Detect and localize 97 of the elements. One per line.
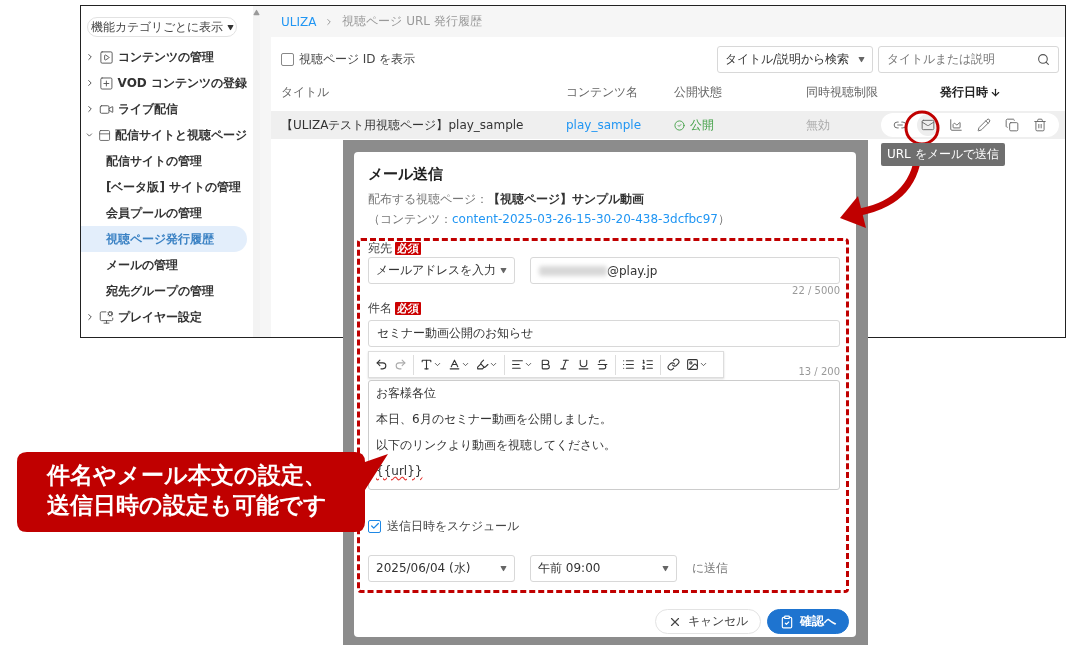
subject-field[interactable]: セミナー動画公開のお知らせ [368, 320, 840, 347]
highlight-circle [904, 110, 940, 146]
checkbox[interactable] [368, 519, 381, 533]
target-page-text: 配布する視聴ページ：【視聴ページ】サンプル動画 [368, 191, 645, 207]
checkbox[interactable] [281, 52, 294, 66]
scroll-up-icon[interactable] [253, 9, 260, 16]
title-cell-text: 【ULIZAテスト用視聴ページ】play_sample [281, 116, 525, 134]
trash-icon [1033, 118, 1047, 132]
send-suffix: に送信 [692, 560, 728, 577]
chevron-down-icon [433, 360, 442, 369]
char-counter: 13 / 200 [798, 366, 840, 378]
sidebar-item[interactable]: 視聴ページ発行履歴 [81, 226, 247, 252]
dropdown-icon [662, 565, 669, 572]
recipient-type-select[interactable]: メールアドレスを入力 [368, 257, 515, 284]
column-header[interactable]: タイトル [281, 83, 329, 101]
type-icon [420, 358, 433, 371]
clipboard-check-icon [780, 614, 794, 629]
text-color-icon [448, 358, 461, 371]
tooltip: URL をメールで送信 [881, 143, 1005, 166]
confirm-button[interactable]: 確認へ [767, 609, 849, 634]
search-field[interactable]: タイトルまたは説明 [878, 45, 1059, 73]
chevron-down-icon [699, 360, 708, 369]
layout-panel-icon [97, 127, 111, 143]
field-label: 宛先 [368, 239, 392, 257]
body-paragraph: お客様各位 [376, 386, 436, 400]
column-header[interactable]: 同時視聴制限 [806, 83, 878, 101]
caret-icon [85, 104, 95, 114]
check-circle-icon [674, 119, 685, 131]
required-badge: 必須 [395, 301, 421, 315]
dropdown-icon [226, 23, 234, 31]
body-paragraph: {{url}} [376, 464, 423, 478]
image-icon [686, 358, 699, 371]
search-icon [1037, 52, 1050, 66]
strikethrough-icon [596, 358, 609, 371]
copy-icon [1005, 118, 1019, 132]
dropdown-icon [858, 55, 865, 63]
category-filter-button[interactable]: 機能カテゴリごとに表示 [87, 17, 237, 37]
breadcrumb-item: 視聴ページ URL 発行履歴 [342, 13, 482, 30]
play-square-icon [99, 49, 114, 65]
required-badge: 必須 [395, 241, 421, 255]
body-paragraph: 以下のリンクより動画を視聴してください。 [376, 438, 616, 452]
link-icon [893, 118, 907, 132]
mail-icon [921, 118, 935, 132]
redo-icon [394, 358, 407, 371]
dialog-title: メール送信 [368, 164, 444, 184]
column-header[interactable]: 公開状態 [674, 83, 722, 101]
bold-icon [539, 358, 552, 371]
link-icon [667, 358, 680, 371]
sidebar-item[interactable]: メールの管理 [81, 252, 247, 278]
status-cell: 公開 [674, 116, 806, 134]
check-icon [369, 521, 380, 531]
char-counter: 22 / 5000 [792, 285, 840, 297]
field-label: 件名 [368, 299, 392, 317]
chevron-down-icon [489, 360, 498, 369]
sidebar-item[interactable]: 配信サイトと視聴ページ [81, 122, 247, 148]
body-editor[interactable]: お客様各位 本日、6月のセミナー動画を公開しました。 以下のリンクより動画を視聴してください。 {{url}} [368, 380, 840, 490]
undo-icon [375, 358, 388, 371]
email-field[interactable]: @play.jp [530, 257, 840, 284]
sidebar-item[interactable]: [ベータ版] サイトの管理 [81, 174, 247, 200]
sidebar-item[interactable]: VOD コンテンツの登録 [81, 70, 247, 96]
caret-icon [85, 312, 95, 322]
sidebar-item[interactable]: プレイヤー設定 [81, 304, 247, 330]
search-scope-select[interactable]: タイトル/説明から検索 [717, 45, 873, 73]
highlighter-icon [476, 358, 489, 371]
chart-icon [949, 118, 963, 132]
sidebar-item[interactable]: 会員プールの管理 [81, 200, 247, 226]
sidebar-item[interactable]: ライブ配信 [81, 96, 247, 122]
dropdown-icon [500, 267, 507, 274]
checkbox-label[interactable]: 送信日時をスケジュール [387, 517, 519, 535]
align-left-icon [511, 358, 524, 371]
limit-cell-text: 無効 [806, 116, 831, 134]
caret-icon [85, 130, 94, 140]
pencil-icon [977, 118, 991, 132]
numbered-list-icon [641, 358, 654, 371]
underline-icon [577, 358, 590, 371]
caret-icon [85, 52, 95, 62]
chevron-down-icon [524, 360, 533, 369]
plus-square-icon [98, 75, 114, 91]
chevron-down-icon [461, 360, 470, 369]
body-paragraph: 本日、6月のセミナー動画を公開しました。 [376, 412, 612, 426]
sidebar-item[interactable]: 配信サイトの管理 [81, 148, 247, 174]
column-header[interactable]: コンテンツ名 [566, 83, 638, 101]
bullet-list-icon [622, 358, 635, 371]
scrollbar[interactable] [253, 6, 260, 337]
column-header[interactable]: 発行日時 [939, 83, 1001, 101]
sort-arrow-icon [989, 86, 1001, 98]
cancel-button[interactable]: キャンセル [655, 609, 761, 634]
checkbox-label[interactable]: 視聴ページ ID を表示 [299, 50, 416, 68]
time-select[interactable]: 午前 09:00 [530, 555, 677, 582]
callout-text: 件名やメール本文の設定、送信日時の設定も可能です [47, 461, 328, 520]
dropdown-icon [500, 565, 507, 572]
italic-icon [558, 358, 571, 371]
sidebar-item[interactable]: 宛先グループの管理 [81, 278, 247, 304]
caret-icon [85, 78, 95, 88]
monitor-gear-icon [99, 309, 114, 325]
date-select[interactable]: 2025/06/04 (水) [368, 555, 515, 582]
sidebar-item[interactable]: コンテンツの管理 [81, 44, 247, 70]
